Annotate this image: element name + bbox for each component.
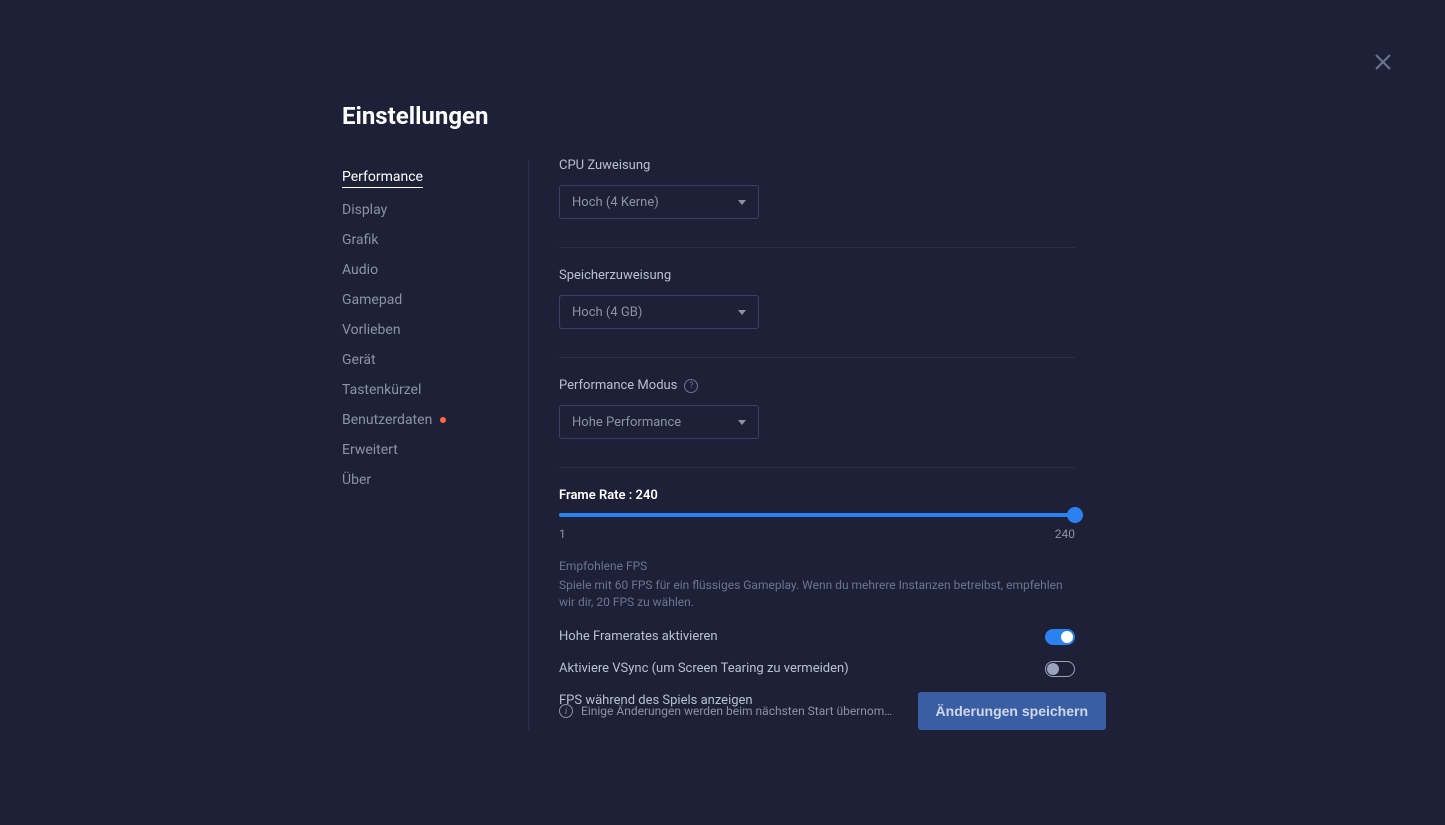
toggle-label: Aktiviere VSync (um Screen Tearing zu ve…: [559, 661, 849, 676]
divider: [559, 247, 1075, 248]
footer: i Einige Änderungen werden beim nächsten…: [559, 692, 1106, 730]
framerate-slider-range: 1 240: [559, 527, 1075, 541]
framerate-max: 240: [1055, 527, 1075, 541]
toggle-knob: [1061, 631, 1073, 643]
toggle-switch[interactable]: [1045, 629, 1075, 645]
vertical-divider: [528, 160, 529, 730]
framerate-slider[interactable]: [559, 513, 1075, 517]
toggle-knob: [1047, 663, 1059, 675]
fps-hint-title: Empfohlene FPS: [559, 559, 1075, 573]
chevron-down-icon: [738, 420, 746, 425]
close-icon: [1373, 52, 1393, 72]
sidebar-item-label: Grafik: [342, 232, 378, 248]
info-icon: i: [559, 704, 573, 718]
chevron-down-icon: [738, 200, 746, 205]
performance-mode-select[interactable]: Hohe Performance: [559, 405, 759, 439]
restart-note: i Einige Änderungen werden beim nächsten…: [559, 704, 892, 718]
performance-mode-label: Performance Modus ?: [559, 378, 1075, 393]
sidebar-item-label: Display: [342, 202, 387, 218]
sidebar-item-label: Tastenkürzel: [342, 382, 421, 398]
toggle-switch[interactable]: [1045, 661, 1075, 677]
divider: [559, 357, 1075, 358]
framerate-min: 1: [559, 527, 566, 541]
sidebar-item-tastenkürzel[interactable]: Tastenkürzel: [342, 375, 512, 405]
sidebar-item-label: Gamepad: [342, 292, 402, 308]
framerate-slider-label: Frame Rate : 240: [559, 488, 1075, 503]
sidebar-item-display[interactable]: Display: [342, 195, 512, 225]
divider: [559, 467, 1075, 468]
toggle-row: Hohe Framerates aktivieren: [559, 629, 1075, 645]
sidebar-item-performance[interactable]: Performance: [342, 162, 512, 195]
toggle-row: Aktiviere VSync (um Screen Tearing zu ve…: [559, 661, 1075, 677]
fps-hint-body: Spiele mit 60 FPS für ein flüssiges Game…: [559, 577, 1075, 611]
sidebar-item-gamepad[interactable]: Gamepad: [342, 285, 512, 315]
performance-mode-value: Hohe Performance: [572, 415, 681, 430]
memory-allocation-value: Hoch (4 GB): [572, 305, 642, 320]
sidebar-item-gerät[interactable]: Gerät: [342, 345, 512, 375]
toggle-label: Hohe Framerates aktivieren: [559, 629, 718, 644]
close-button[interactable]: [1373, 52, 1393, 72]
cpu-allocation-select[interactable]: Hoch (4 Kerne): [559, 185, 759, 219]
page-title: Einstellungen: [342, 102, 488, 130]
sidebar-item-label: Vorlieben: [342, 322, 401, 338]
sidebar-item-vorlieben[interactable]: Vorlieben: [342, 315, 512, 345]
sidebar-item-label: Erweitert: [342, 442, 398, 458]
framerate-slider-thumb[interactable]: [1067, 507, 1083, 523]
chevron-down-icon: [738, 310, 746, 315]
settings-sidebar: Performance Display Grafik Audio Gamepad Vorl…: [342, 162, 512, 495]
settings-content: CPU Zuweisung Hoch (4 Kerne) Speicherzuw…: [559, 158, 1075, 709]
restart-note-text: Einige Änderungen werden beim nächsten S…: [581, 704, 892, 718]
sidebar-item-label: Über: [342, 472, 371, 488]
sidebar-item-label: Gerät: [342, 352, 376, 368]
sidebar-item-erweitert[interactable]: Erweitert: [342, 435, 512, 465]
performance-mode-label-text: Performance Modus: [559, 378, 677, 393]
sidebar-item-über[interactable]: Über: [342, 465, 512, 495]
save-changes-button[interactable]: Änderungen speichern: [918, 692, 1106, 730]
cpu-allocation-label: CPU Zuweisung: [559, 158, 1075, 173]
sidebar-item-audio[interactable]: Audio: [342, 255, 512, 285]
sidebar-item-label: Benutzerdaten: [342, 412, 432, 428]
memory-allocation-select[interactable]: Hoch (4 GB): [559, 295, 759, 329]
memory-allocation-label: Speicherzuweisung: [559, 268, 1075, 283]
notification-dot-icon: [440, 417, 446, 423]
sidebar-item-benutzerdaten[interactable]: Benutzerdaten: [342, 405, 512, 435]
sidebar-item-label: Performance: [342, 169, 423, 188]
cpu-allocation-value: Hoch (4 Kerne): [572, 195, 659, 210]
sidebar-item-label: Audio: [342, 262, 378, 278]
sidebar-item-grafik[interactable]: Grafik: [342, 225, 512, 255]
help-icon[interactable]: ?: [684, 379, 698, 393]
